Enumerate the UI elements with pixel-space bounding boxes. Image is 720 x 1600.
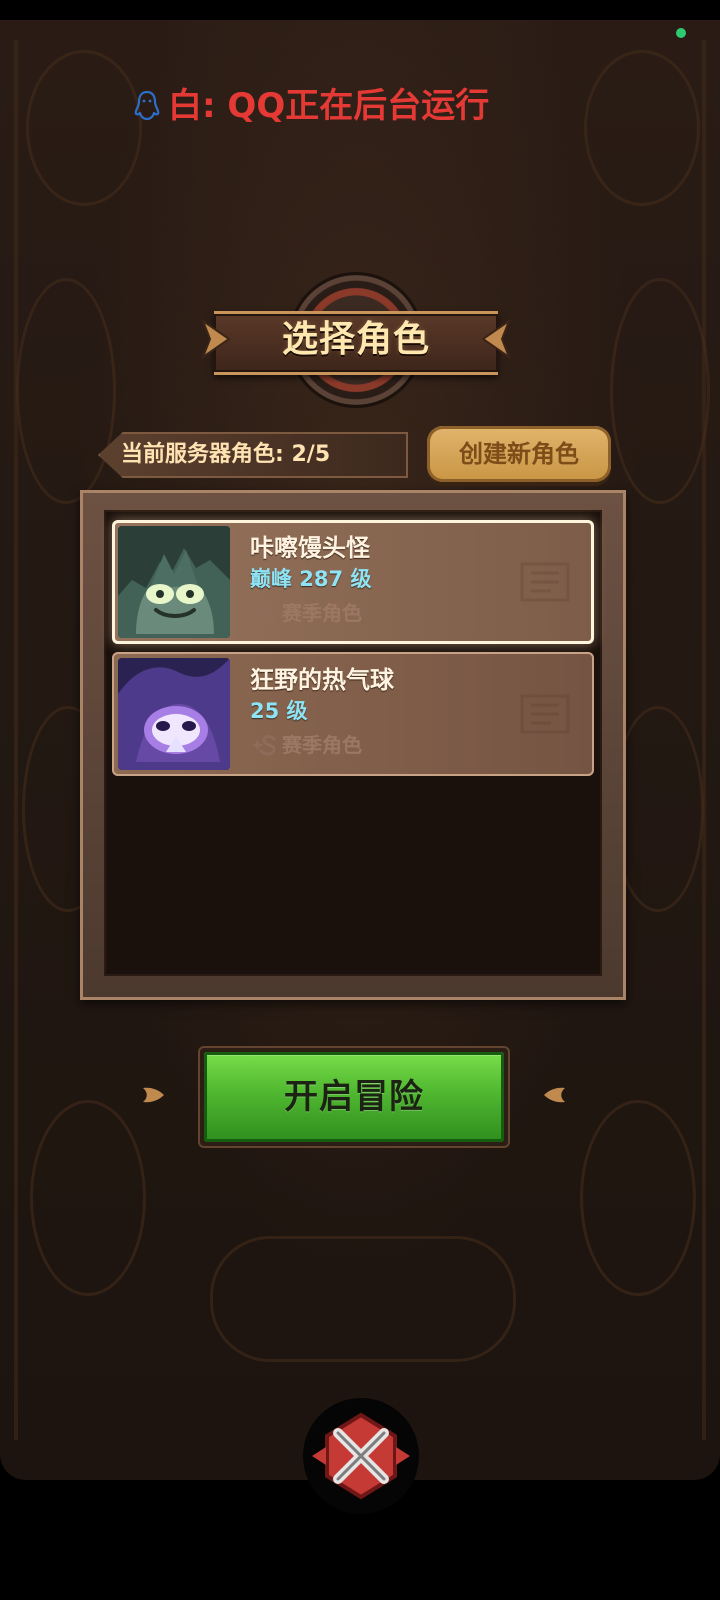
character-name: 咔嚓馒头怪 (250, 534, 370, 562)
background-ornament (210, 1236, 516, 1362)
qq-penguin-icon (134, 90, 160, 121)
background-ornament (580, 1100, 696, 1296)
season-role-label: 赛季角色 (250, 598, 362, 628)
status-bar (0, 0, 720, 20)
season-role-label: 赛季角色 (250, 730, 362, 760)
server-role-value: 2/5 (291, 442, 331, 467)
notice-text: 白: QQ正在后台运行 (168, 86, 490, 126)
right-leaf-ornament-icon (544, 1087, 565, 1103)
create-role-button[interactable]: 创建新角色 (427, 426, 611, 482)
card-watermark-icon (520, 562, 570, 602)
server-role-label: 当前服务器角色: (121, 442, 284, 467)
season-role-text: 赛季角色 (282, 733, 362, 757)
purple-wizard-portrait (118, 658, 230, 770)
left-frame-line (14, 40, 18, 1440)
status-indicator-icon (676, 28, 686, 38)
character-name: 狂野的热气球 (250, 666, 394, 694)
game-screen: 白: QQ正在后台运行 选择角色 当前服务器角色: 2/5 创建新角色 咔嚓馒头… (0, 0, 720, 1600)
character-card-1[interactable]: 咔嚓馒头怪 巅峰 287 级 赛季角色 (112, 520, 594, 644)
start-adventure-button[interactable]: 开启冒险 (204, 1052, 504, 1142)
server-role-count: 当前服务器角色: 2/5 (121, 437, 330, 473)
title-badge: 选择角色 (196, 275, 516, 405)
crossed-swords-logo (298, 1393, 424, 1519)
season-s-icon (252, 735, 276, 756)
background-ornament (16, 278, 116, 504)
background-running-notice: 白: QQ正在后台运行 (134, 86, 489, 126)
green-demon-portrait (118, 526, 230, 638)
background-ornament (584, 50, 700, 206)
season-s-icon (252, 603, 276, 624)
background-ornament (610, 278, 710, 504)
right-frame-line (702, 40, 706, 1440)
season-role-text: 赛季角色 (282, 601, 362, 625)
character-card-2[interactable]: 狂野的热气球 25 级 赛季角色 (112, 652, 594, 776)
character-level: 巅峰 287 级 (250, 567, 372, 591)
page-title: 选择角色 (281, 319, 430, 360)
left-leaf-ornament-icon (143, 1087, 164, 1103)
character-level: 25 级 (250, 699, 308, 723)
background-ornament (26, 50, 142, 206)
background-ornament (30, 1100, 146, 1296)
card-watermark-icon (520, 694, 570, 734)
